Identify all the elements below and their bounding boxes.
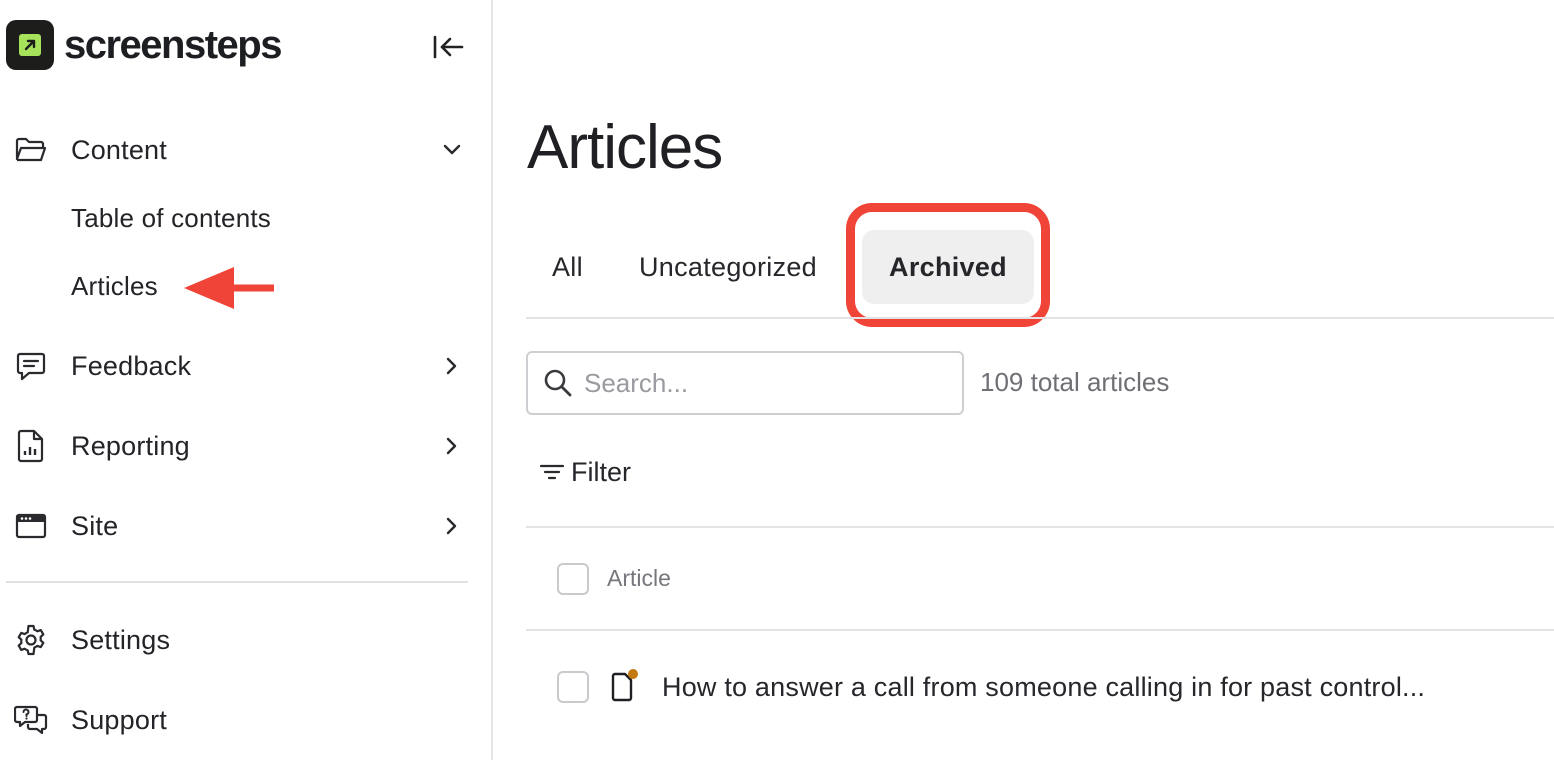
search-field: [526, 351, 964, 415]
filter-label: Filter: [571, 456, 631, 487]
browser-window-icon: [14, 509, 48, 543]
sidebar: screensteps Content Table of contents Ar…: [0, 0, 493, 760]
gear-icon: [14, 623, 48, 657]
sidebar-item-label: Settings: [71, 624, 171, 655]
sidebar-subitem-table-of-contents[interactable]: Table of contents: [71, 203, 271, 234]
report-document-icon: [14, 429, 48, 463]
sidebar-subitem-articles[interactable]: Articles: [71, 271, 158, 302]
filter-button[interactable]: Filter: [539, 452, 631, 492]
logo-mark-icon: [6, 20, 54, 70]
sidebar-item-label: Site: [71, 510, 119, 541]
sidebar-item-support[interactable]: Support: [0, 690, 480, 750]
sidebar-item-label: Reporting: [71, 430, 190, 461]
sidebar-item-label: Feedback: [71, 350, 192, 381]
sidebar-item-reporting[interactable]: Reporting: [0, 416, 480, 476]
folder-open-icon: [14, 133, 48, 167]
main-content: Articles All Uncategorized Archived 109 …: [495, 0, 1554, 760]
search-input[interactable]: [584, 361, 954, 405]
article-title[interactable]: How to answer a call from someone callin…: [662, 672, 1425, 703]
sidebar-item-site[interactable]: Site: [0, 496, 480, 556]
sidebar-item-label: Content: [71, 134, 167, 165]
brand-logo[interactable]: screensteps: [6, 20, 282, 70]
document-status-icon: [611, 669, 638, 702]
collapse-left-icon: [433, 35, 464, 59]
app-root: screensteps Content Table of contents Ar…: [0, 0, 1554, 760]
table-divider: [526, 526, 1554, 528]
sidebar-item-label: Support: [71, 704, 167, 735]
collapse-sidebar-button[interactable]: [428, 30, 468, 64]
search-icon: [544, 369, 572, 397]
sidebar-item-settings[interactable]: Settings: [0, 610, 480, 670]
support-chat-icon: [14, 703, 48, 737]
select-all-checkbox[interactable]: [557, 563, 589, 595]
chevron-right-icon: [438, 352, 466, 380]
tab-uncategorized[interactable]: Uncategorized: [639, 230, 817, 304]
sidebar-divider: [6, 581, 468, 583]
row-checkbox[interactable]: [557, 671, 589, 703]
message-square-icon: [14, 349, 48, 383]
column-header-article[interactable]: Article: [607, 565, 671, 592]
tab-archived[interactable]: Archived: [862, 230, 1034, 304]
sidebar-item-feedback[interactable]: Feedback: [0, 336, 480, 396]
brand-name: screensteps: [64, 23, 282, 67]
table-divider: [526, 629, 1554, 631]
annotation-arrow-icon: [184, 267, 274, 309]
tab-all[interactable]: All: [552, 230, 583, 304]
tab-bar: All Uncategorized Archived: [526, 0, 1554, 327]
chevron-right-icon: [438, 512, 466, 540]
total-articles-count: 109 total articles: [980, 367, 1170, 397]
chevron-down-icon: [438, 136, 466, 164]
sidebar-item-content[interactable]: Content: [0, 120, 480, 180]
chevron-right-icon: [438, 432, 466, 460]
filter-lines-icon: [539, 464, 565, 480]
tab-divider: [526, 317, 1554, 319]
